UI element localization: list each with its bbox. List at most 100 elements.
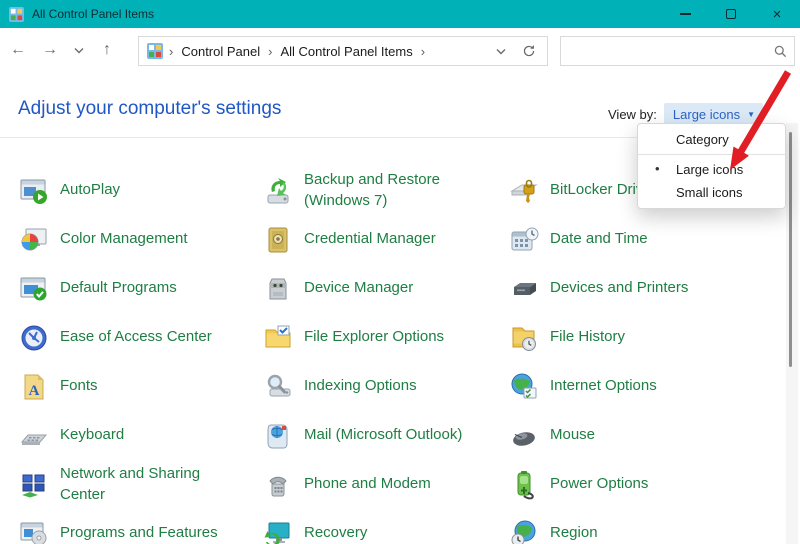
- view-by-option[interactable]: Category: [638, 128, 785, 151]
- control-panel-location-icon: [147, 43, 163, 59]
- item-label: Phone and Modem: [304, 474, 431, 494]
- control-panel-item[interactable]: Devices and Printers: [508, 264, 788, 313]
- minimize-icon: [680, 13, 691, 15]
- item-label: Programs and Features: [60, 523, 218, 543]
- item-label: Ease of Access Center: [60, 327, 212, 347]
- control-panel-item[interactable]: Region: [508, 509, 788, 544]
- control-panel-app-icon: [9, 7, 24, 22]
- item-label: Fonts: [60, 376, 98, 396]
- breadcrumb-item[interactable]: All Control Panel Items: [278, 44, 414, 59]
- refresh-icon: [522, 44, 536, 58]
- backup-restore-icon: [262, 175, 294, 207]
- bitlocker-icon: [508, 175, 540, 207]
- page-title: Adjust your computer's settings: [18, 98, 281, 120]
- address-bar[interactable]: ›Control Panel›All Control Panel Items›: [138, 36, 548, 66]
- control-panel-item[interactable]: Internet Options: [508, 362, 788, 411]
- minimize-button[interactable]: [662, 0, 708, 28]
- power-options-icon: [508, 469, 540, 501]
- item-label: Default Programs: [60, 278, 177, 298]
- control-panel-item[interactable]: Mail (Microsoft Outlook): [262, 411, 508, 460]
- window-title: All Control Panel Items: [32, 7, 154, 21]
- menu-separator: [638, 154, 785, 155]
- search-input[interactable]: [561, 38, 766, 64]
- item-label: Date and Time: [550, 229, 648, 249]
- chevron-down-icon: [74, 47, 84, 54]
- recent-pages-button[interactable]: [66, 35, 92, 65]
- color-management-icon: [18, 224, 50, 256]
- item-label: Color Management: [60, 229, 188, 249]
- back-arrow-icon: ←: [10, 41, 26, 59]
- control-panel-item[interactable]: Credential Manager: [262, 215, 508, 264]
- control-panel-item[interactable]: File History: [508, 313, 788, 362]
- search-box: [560, 36, 795, 66]
- item-label: Recovery: [304, 523, 367, 543]
- file-explorer-options-icon: [262, 322, 294, 354]
- control-panel-item[interactable]: Date and Time: [508, 215, 788, 264]
- titlebar: All Control Panel Items ×: [0, 0, 800, 28]
- control-panel-item[interactable]: Device Manager: [262, 264, 508, 313]
- up-button[interactable]: ↑: [92, 35, 122, 65]
- devices-printers-icon: [508, 273, 540, 305]
- option-label: Small icons: [676, 185, 742, 200]
- keyboard-icon: [18, 420, 50, 452]
- control-panel-item[interactable]: Recovery: [262, 509, 508, 544]
- item-label: Indexing Options: [304, 376, 417, 396]
- breadcrumb-separator: ›: [262, 44, 278, 59]
- recovery-icon: [262, 518, 294, 544]
- view-by-dropdown-button[interactable]: Large icons ▼: [664, 103, 763, 125]
- view-by-option[interactable]: Small icons: [638, 181, 785, 204]
- view-by-menu: Category •Large icons Small icons: [637, 123, 786, 209]
- control-panel-item[interactable]: Ease of Access Center: [18, 313, 262, 362]
- breadcrumb-item[interactable]: Control Panel: [179, 44, 262, 59]
- item-label: Keyboard: [60, 425, 124, 445]
- programs-features-icon: [18, 518, 50, 544]
- control-panel-item[interactable]: Indexing Options: [262, 362, 508, 411]
- svg-text:A: A: [29, 383, 40, 399]
- indexing-options-icon: [262, 371, 294, 403]
- forward-button[interactable]: →: [34, 35, 66, 65]
- ease-of-access-icon: [18, 322, 50, 354]
- control-panel-window: All Control Panel Items × ← → ↑ ›Control…: [0, 0, 800, 544]
- control-panel-item[interactable]: Programs and Features: [18, 509, 262, 544]
- mouse-icon: [508, 420, 540, 452]
- view-by-option[interactable]: •Large icons: [638, 158, 785, 181]
- control-panel-item[interactable]: Phone and Modem: [262, 460, 508, 509]
- control-panel-item[interactable]: Default Programs: [18, 264, 262, 313]
- view-by-control: View by: Large icons ▼: [608, 103, 763, 125]
- scrollbar-thumb[interactable]: [789, 132, 792, 367]
- control-panel-item[interactable]: A Fonts: [18, 362, 262, 411]
- control-panel-item[interactable]: Backup and Restore (Windows 7): [262, 166, 508, 215]
- item-label: Mail (Microsoft Outlook): [304, 425, 462, 445]
- scrollbar-track[interactable]: [786, 123, 798, 544]
- control-panel-item[interactable]: Network and Sharing Center: [18, 460, 262, 509]
- item-label: File History: [550, 327, 625, 347]
- address-dropdown-button[interactable]: [487, 37, 515, 65]
- close-icon: ×: [773, 7, 782, 22]
- item-label: Device Manager: [304, 278, 413, 298]
- caret-down-icon: ▼: [747, 110, 755, 119]
- item-label: Region: [550, 523, 598, 543]
- internet-options-icon: [508, 371, 540, 403]
- fonts-icon: A: [18, 371, 50, 403]
- refresh-button[interactable]: [515, 37, 543, 65]
- control-panel-item[interactable]: File Explorer Options: [262, 313, 508, 362]
- up-arrow-icon: ↑: [103, 41, 111, 59]
- close-button[interactable]: ×: [754, 0, 800, 28]
- control-panel-item[interactable]: Mouse: [508, 411, 788, 460]
- maximize-button[interactable]: [708, 0, 754, 28]
- back-button[interactable]: ←: [2, 35, 34, 65]
- autoplay-icon: [18, 175, 50, 207]
- control-panel-item[interactable]: Power Options: [508, 460, 788, 509]
- items-grid: AutoPlayBackup and Restore (Windows 7)Bi…: [0, 166, 786, 544]
- option-label: Large icons: [676, 162, 743, 177]
- phone-modem-icon: [262, 469, 294, 501]
- control-panel-item[interactable]: Keyboard: [18, 411, 262, 460]
- item-label: AutoPlay: [60, 180, 120, 200]
- control-panel-item[interactable]: Color Management: [18, 215, 262, 264]
- item-label: Internet Options: [550, 376, 657, 396]
- item-label: Devices and Printers: [550, 278, 688, 298]
- item-label: Power Options: [550, 474, 648, 494]
- breadcrumb-separator: ›: [415, 44, 431, 59]
- item-label: Credential Manager: [304, 229, 436, 249]
- control-panel-item[interactable]: AutoPlay: [18, 166, 262, 215]
